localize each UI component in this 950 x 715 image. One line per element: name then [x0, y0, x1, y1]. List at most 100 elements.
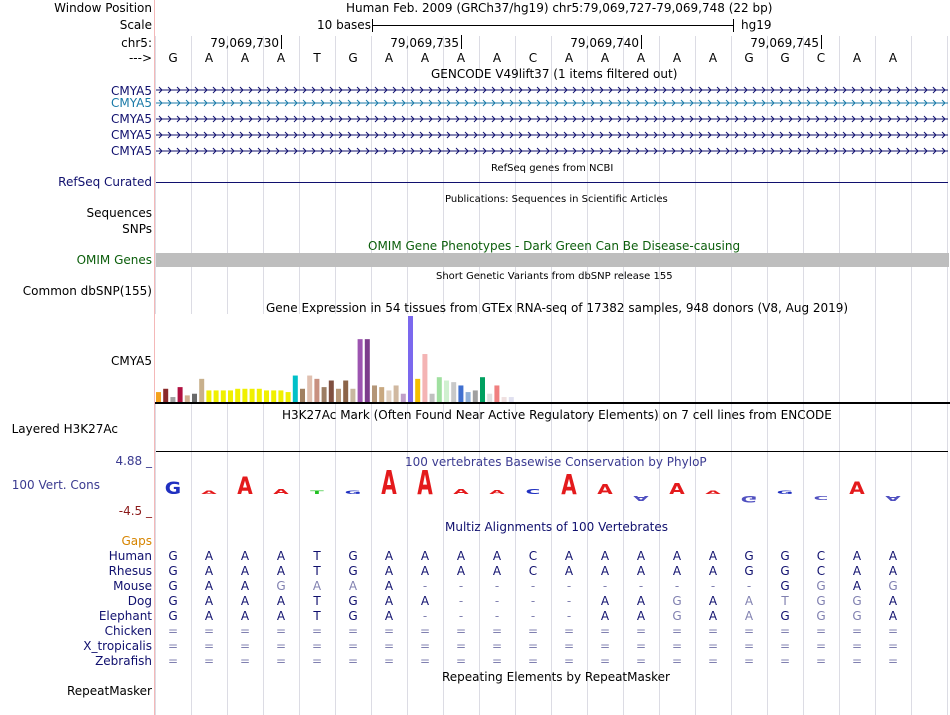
alignment-base: - — [746, 579, 752, 593]
species-label[interactable]: Dog — [0, 594, 152, 608]
omim-bar[interactable] — [156, 253, 949, 267]
gtex-chart[interactable] — [155, 314, 950, 406]
alignment-base: = — [887, 654, 899, 668]
h3k27ac-label[interactable]: Layered H3K27Ac — [0, 422, 118, 436]
alignment-base: - — [458, 594, 464, 608]
multiz-title[interactable]: Multiz Alignments of 100 Vertebrates — [445, 520, 668, 534]
alignment-base: A — [636, 564, 646, 578]
alignment-base: = — [203, 639, 215, 653]
repeatmasker-label[interactable]: RepeatMasker — [0, 684, 152, 698]
alignment-base: = — [311, 654, 323, 668]
gencode-label-5[interactable]: CMYA5 — [0, 144, 152, 158]
gtex-tissue-bar — [242, 388, 248, 402]
alignment-base: A — [600, 609, 610, 623]
alignment-base: G — [816, 579, 826, 593]
gtex-tissue-bar — [328, 380, 334, 402]
alignment-base: G — [348, 564, 358, 578]
alignment-base: - — [494, 594, 500, 608]
alignment-base: A — [204, 609, 214, 623]
alignment-base: - — [422, 609, 428, 623]
gtex-tissue-bar — [444, 380, 449, 402]
gtex-tissue-bar — [364, 339, 370, 402]
gtex-tissue-bar — [451, 382, 457, 402]
phylop-base-mark: G — [741, 494, 757, 504]
gtex-label[interactable]: CMYA5 — [0, 354, 152, 368]
alignment-base: - — [710, 579, 716, 593]
omim-label[interactable]: OMIM Genes — [0, 253, 152, 267]
reference-base: G — [168, 51, 178, 65]
refseq-title[interactable]: RefSeq genes from NCBI — [491, 162, 613, 176]
alignment-base: = — [383, 639, 395, 653]
gtex-title[interactable]: Gene Expression in 54 tissues from GTEx … — [266, 301, 848, 315]
gtex-tissue-bar — [314, 378, 320, 402]
alignment-base: C — [528, 549, 538, 563]
species-label[interactable]: X_tropicalis — [0, 639, 152, 653]
alignment-base: = — [779, 654, 791, 668]
species-label[interactable]: Chicken — [0, 624, 152, 638]
reference-base: A — [384, 51, 394, 65]
alignment-base: A — [852, 549, 862, 563]
refseq-label[interactable]: RefSeq Curated — [0, 175, 152, 189]
reference-base: G — [348, 51, 358, 65]
alignment-base: = — [383, 624, 395, 638]
gtex-tissue-bar — [228, 390, 233, 402]
alignment-base: A — [708, 564, 718, 578]
alignment-base: A — [276, 609, 286, 623]
gencode-label-4[interactable]: CMYA5 — [0, 128, 152, 142]
alignment-base: = — [527, 624, 539, 638]
alignment-base: A — [636, 609, 646, 623]
gtex-tissue-bar — [256, 388, 262, 402]
publications-title[interactable]: Publications: Sequences in Scientific Ar… — [445, 193, 668, 207]
alignment-base: A — [240, 579, 250, 593]
omim-title[interactable]: OMIM Gene Phenotypes - Dark Green Can Be… — [368, 239, 740, 253]
gtex-tissue-bar — [213, 390, 219, 402]
gaps-label: Gaps — [121, 534, 152, 548]
sequences-label[interactable]: Sequences — [0, 206, 152, 220]
gtex-tissue-bar — [472, 390, 478, 402]
alignment-base: - — [530, 594, 536, 608]
phylop-base-mark: A — [489, 489, 505, 495]
gencode-label-2[interactable]: CMYA5 — [0, 96, 152, 110]
alignment-base: = — [383, 654, 395, 668]
alignment-base: = — [455, 654, 467, 668]
alignment-base: A — [564, 564, 574, 578]
phylop-track[interactable]: G A A A T G A A A A C A AA A AGGC A A — [155, 470, 950, 510]
phylop-title[interactable]: 100 vertebrates Basewise Conservation by… — [405, 455, 707, 469]
refseq-line[interactable] — [156, 182, 948, 183]
gencode-label-3[interactable]: CMYA5 — [0, 112, 152, 126]
gtex-tissue-bar — [357, 339, 363, 402]
phylop-base-mark: A — [597, 482, 613, 498]
alignment-base: = — [599, 639, 611, 653]
gtex-tissue-bar — [494, 385, 500, 402]
alignment-base: = — [419, 654, 431, 668]
snps-label[interactable]: SNPs — [0, 222, 152, 236]
chr-label: chr5: — [121, 36, 152, 50]
alignment-base: G — [816, 594, 826, 608]
phylop-ymax: 4.88 _ — [115, 454, 152, 468]
h3k27ac-baseline — [156, 451, 948, 452]
h3k27ac-title[interactable]: H3K27Ac Mark (Often Found Near Active Re… — [282, 408, 832, 422]
alignment-base: G — [168, 549, 178, 563]
gtex-tissue-bar — [487, 393, 493, 402]
dbsnp-title[interactable]: Short Genetic Variants from dbSNP releas… — [436, 270, 673, 284]
phylop-label[interactable]: 100 Vert. Cons — [0, 478, 100, 492]
alignment-base: G — [672, 594, 682, 608]
species-label[interactable]: Mouse — [0, 579, 152, 593]
gencode-title[interactable]: GENCODE V49lift37 (1 items filtered out) — [431, 67, 677, 81]
phylop-base-mark: A — [273, 488, 289, 496]
repeatmasker-title[interactable]: Repeating Elements by RepeatMasker — [442, 670, 670, 684]
gencode-transcripts[interactable] — [155, 80, 950, 160]
phylop-base-mark: C — [814, 495, 829, 501]
species-label[interactable]: Rhesus — [0, 564, 152, 578]
reference-base: A — [672, 51, 682, 65]
alignment-base: A — [888, 609, 898, 623]
alignment-base: A — [600, 564, 610, 578]
alignment-base: - — [458, 609, 464, 623]
reference-base: A — [564, 51, 574, 65]
species-label[interactable]: Elephant — [0, 609, 152, 623]
species-label[interactable]: Human — [0, 549, 152, 563]
dbsnp-label[interactable]: Common dbSNP(155) — [0, 284, 152, 298]
species-label[interactable]: Zebrafish — [0, 654, 152, 668]
alignment-base: T — [313, 609, 321, 623]
gtex-tissue-bar — [292, 375, 298, 402]
